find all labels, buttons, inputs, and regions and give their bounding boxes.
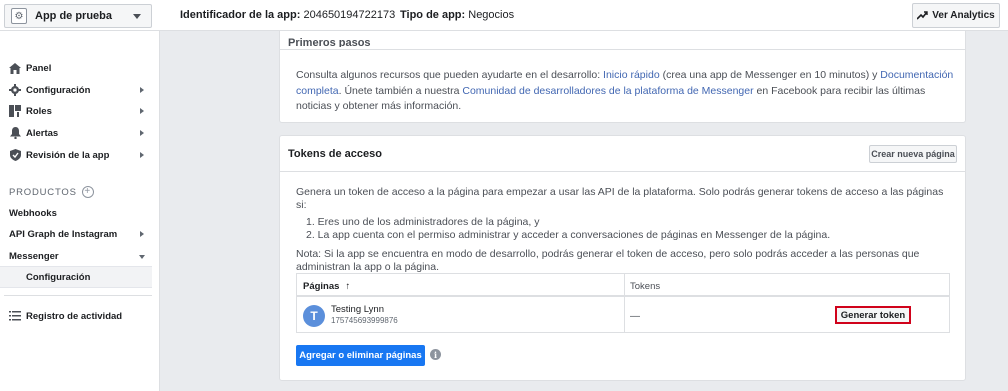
info-icon[interactable]: i (430, 349, 441, 360)
sidebar-item-label: Webhooks (9, 207, 57, 219)
pages-tokens-table: Páginas ↑ Tokens T Testing Lynn 17574569… (296, 273, 950, 333)
sidebar: Panel Configuración Roles Alertas Revisi… (0, 31, 160, 391)
sidebar-item-roles[interactable]: Roles (0, 101, 152, 121)
sidebar-item-label: Alertas (26, 127, 59, 139)
column-header-tokens: Tokens (630, 281, 661, 292)
trend-chart-icon (917, 11, 928, 20)
access-tokens-header: Tokens de acceso Crear nueva página (280, 136, 965, 172)
text-segment: . Únete también a nuestra (338, 84, 463, 97)
sidebar-divider (4, 295, 152, 296)
access-tokens-intro: Genera un token de acceso a la página pa… (296, 186, 944, 211)
getting-started-card: Primeros pasos Consulta algunos recursos… (279, 31, 966, 123)
sidebar-item-label: Panel (26, 62, 52, 74)
access-tokens-title: Tokens de acceso (288, 148, 382, 160)
getting-started-title: Primeros pasos (288, 37, 371, 47)
page-name: Testing Lynn (331, 304, 384, 315)
sidebar-item-label: Configuración (26, 271, 91, 283)
app-type-label: Tipo de app: (400, 9, 466, 21)
add-remove-pages-button[interactable]: Agregar o eliminar páginas (296, 345, 425, 366)
token-value: — (630, 311, 640, 322)
roles-icon (9, 105, 21, 117)
sidebar-item-label: Revisión de la app (26, 149, 110, 161)
gear-icon (9, 84, 21, 96)
shield-check-icon (9, 149, 21, 161)
sidebar-item-label: Messenger (9, 250, 59, 262)
generate-token-button[interactable]: Generar token (835, 306, 911, 324)
sidebar-item-label: Configuración (26, 84, 91, 96)
chevron-down-icon (133, 14, 141, 19)
analytics-label: Ver Analytics (932, 10, 995, 21)
table-header (297, 274, 949, 297)
sidebar-item-revision[interactable]: Revisión de la app (0, 145, 152, 165)
app-type: Tipo de app: Negocios (400, 9, 514, 21)
sidebar-item-label: Roles (26, 105, 52, 117)
chevron-right-icon (140, 152, 144, 158)
sidebar-item-messenger-configuracion[interactable]: Configuración (0, 266, 152, 288)
home-icon (9, 62, 21, 74)
getting-started-text: Consulta algunos recursos que pueden ayu… (296, 68, 956, 115)
app-name: App de prueba (35, 10, 113, 22)
app-type-value: Negocios (468, 9, 515, 21)
list-icon (9, 310, 21, 322)
products-heading: PRODUCTOS + (9, 186, 94, 198)
top-bar: ⚙ App de prueba Identificador de la app:… (0, 0, 1008, 31)
create-page-button[interactable]: Crear nueva página (869, 145, 957, 163)
sidebar-item-messenger[interactable]: Messenger (0, 246, 152, 266)
app-id: Identificador de la app: 204650194722173 (180, 9, 395, 21)
column-divider (624, 274, 625, 332)
app-id-value: 204650194722173 (303, 9, 396, 21)
chevron-right-icon (140, 108, 144, 114)
chevron-right-icon (140, 130, 144, 136)
card-divider (280, 49, 965, 50)
conditions-list: 1. Eres uno de los administradores de la… (296, 216, 956, 242)
sidebar-item-label: Registro de actividad (26, 310, 123, 322)
condition-item: 1. Eres uno de los administradores de la… (306, 216, 540, 228)
column-header-label: Páginas (303, 281, 340, 292)
developer-community-link[interactable]: Comunidad de desarrolladores de la plata… (462, 85, 753, 97)
chevron-right-icon (140, 87, 144, 93)
sidebar-item-alertas[interactable]: Alertas (0, 123, 152, 143)
sidebar-item-panel[interactable]: Panel (0, 58, 152, 78)
sidebar-item-webhooks[interactable]: Webhooks (0, 203, 152, 223)
products-heading-label: PRODUCTOS (9, 186, 77, 198)
quick-start-link[interactable]: Inicio rápido (603, 69, 660, 81)
page-avatar: T (303, 305, 325, 327)
app-id-label: Identificador de la app: (180, 9, 301, 21)
app-gear-icon: ⚙ (11, 8, 27, 24)
condition-item: 2. La app cuenta con el permiso administ… (306, 229, 831, 241)
text-segment: (crea una app de Messenger en 10 minutos… (659, 69, 881, 81)
sidebar-item-activity-log[interactable]: Registro de actividad (0, 306, 152, 326)
page-id: 175745693999876 (331, 316, 398, 325)
access-tokens-description: Genera un token de acceso a la página pa… (296, 186, 956, 278)
bell-icon (9, 127, 21, 139)
sidebar-item-instagram-graph[interactable]: API Graph de Instagram (0, 224, 152, 244)
development-mode-note: Nota: Si la app se encuentra en modo de … (296, 248, 920, 273)
chevron-right-icon (140, 231, 144, 237)
sidebar-item-configuracion[interactable]: Configuración (0, 80, 152, 100)
column-header-pages[interactable]: Páginas ↑ (303, 281, 350, 292)
app-selector[interactable]: ⚙ App de prueba (4, 4, 152, 28)
view-analytics-button[interactable]: Ver Analytics (912, 3, 1000, 28)
add-product-icon[interactable]: + (81, 186, 94, 198)
sidebar-item-label: API Graph de Instagram (9, 228, 118, 240)
sort-ascending-icon: ↑ (345, 281, 351, 292)
chevron-down-icon (139, 255, 145, 259)
access-tokens-card: Tokens de acceso Crear nueva página Gene… (279, 135, 966, 381)
text-segment: Consulta algunos recursos que pueden ayu… (296, 69, 604, 81)
